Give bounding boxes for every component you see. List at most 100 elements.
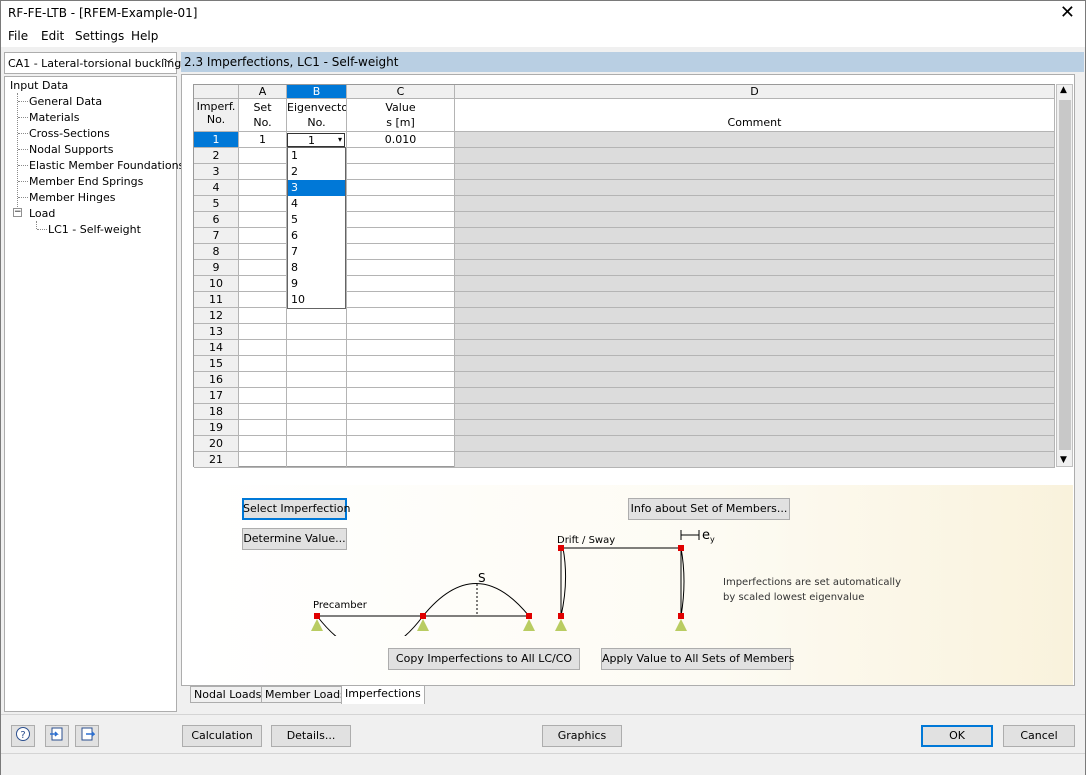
cell-comment[interactable] bbox=[455, 372, 1055, 388]
row-header[interactable]: 4 bbox=[194, 180, 239, 196]
col-letter-b[interactable]: B bbox=[287, 85, 347, 99]
close-icon[interactable]: ✕ bbox=[1060, 2, 1075, 23]
eigenvector-dropdown[interactable]: 1 ▾ bbox=[287, 133, 345, 147]
cell-set-no[interactable] bbox=[239, 372, 287, 388]
cancel-button[interactable]: Cancel bbox=[1003, 725, 1075, 747]
cell-value[interactable] bbox=[347, 148, 455, 164]
cell-set-no[interactable] bbox=[239, 244, 287, 260]
cell-comment[interactable] bbox=[455, 276, 1055, 292]
import-icon[interactable] bbox=[45, 725, 69, 747]
cell-comment[interactable] bbox=[455, 196, 1055, 212]
cell-eigenvector-no[interactable] bbox=[287, 404, 347, 420]
cell-comment[interactable] bbox=[455, 436, 1055, 452]
cell-comment[interactable] bbox=[455, 164, 1055, 180]
cell-value[interactable] bbox=[347, 292, 455, 308]
export-icon[interactable] bbox=[75, 725, 99, 747]
tree-item-member-end-springs[interactable]: Member End Springs bbox=[29, 175, 143, 188]
menu-edit[interactable]: Edit bbox=[41, 29, 64, 43]
row-header[interactable]: 3 bbox=[194, 164, 239, 180]
cell-set-no[interactable] bbox=[239, 228, 287, 244]
row-header[interactable]: 6 bbox=[194, 212, 239, 228]
info-about-set-of-members-button[interactable]: Info about Set of Members... bbox=[628, 498, 790, 520]
dropdown-option[interactable]: 5 bbox=[288, 212, 345, 228]
cell-eigenvector-no[interactable] bbox=[287, 340, 347, 356]
tree-root-input-data[interactable]: Input Data bbox=[10, 79, 68, 92]
row-header[interactable]: 10 bbox=[194, 276, 239, 292]
row-header[interactable]: 21 bbox=[194, 452, 239, 468]
cell-eigenvector-no[interactable] bbox=[287, 356, 347, 372]
cell-set-no[interactable] bbox=[239, 452, 287, 468]
row-header[interactable]: 14 bbox=[194, 340, 239, 356]
row-header[interactable]: 8 bbox=[194, 244, 239, 260]
cell-value[interactable] bbox=[347, 260, 455, 276]
tree-item-materials[interactable]: Materials bbox=[29, 111, 79, 124]
cell-value[interactable] bbox=[347, 420, 455, 436]
cell-set-no[interactable] bbox=[239, 212, 287, 228]
tree-item-load[interactable]: Load bbox=[29, 207, 55, 220]
dropdown-option[interactable]: 2 bbox=[288, 164, 345, 180]
dropdown-option[interactable]: 9 bbox=[288, 276, 345, 292]
cell-comment[interactable] bbox=[455, 388, 1055, 404]
cell-set-no[interactable] bbox=[239, 292, 287, 308]
menu-file[interactable]: File bbox=[8, 29, 28, 43]
cell-eigenvector-no[interactable] bbox=[287, 388, 347, 404]
col-letter-a[interactable]: A bbox=[239, 85, 287, 99]
cell-set-no[interactable] bbox=[239, 340, 287, 356]
row-header[interactable]: 7 bbox=[194, 228, 239, 244]
cell-value[interactable] bbox=[347, 452, 455, 468]
cell-eigenvector-no[interactable] bbox=[287, 436, 347, 452]
cell-comment[interactable] bbox=[455, 308, 1055, 324]
scroll-thumb[interactable] bbox=[1059, 100, 1071, 450]
cell-eigenvector-no[interactable] bbox=[287, 452, 347, 468]
scroll-up-icon[interactable]: ▲ bbox=[1060, 85, 1067, 95]
dropdown-option[interactable]: 3 bbox=[288, 180, 345, 196]
cell-value[interactable] bbox=[347, 244, 455, 260]
cell-set-no[interactable] bbox=[239, 260, 287, 276]
cell-value[interactable] bbox=[347, 356, 455, 372]
tree-item-elastic-member-foundations[interactable]: Elastic Member Foundations bbox=[29, 159, 184, 172]
cell-set-no[interactable] bbox=[239, 308, 287, 324]
row-header[interactable]: 18 bbox=[194, 404, 239, 420]
cell-set-no[interactable] bbox=[239, 276, 287, 292]
cell-value[interactable] bbox=[347, 340, 455, 356]
cell-set-no[interactable] bbox=[239, 404, 287, 420]
cell-eigenvector-no[interactable] bbox=[287, 324, 347, 340]
cell-value[interactable] bbox=[347, 404, 455, 420]
cell-set-no[interactable] bbox=[239, 420, 287, 436]
row-header[interactable]: 17 bbox=[194, 388, 239, 404]
row-header[interactable]: 2 bbox=[194, 148, 239, 164]
cell-set-no[interactable] bbox=[239, 436, 287, 452]
tab-imperfections[interactable]: Imperfections bbox=[341, 685, 425, 704]
collapse-icon[interactable]: − bbox=[13, 208, 22, 217]
cell-value[interactable] bbox=[347, 436, 455, 452]
cell-comment[interactable] bbox=[455, 356, 1055, 372]
cell-comment[interactable] bbox=[455, 212, 1055, 228]
cell-comment[interactable] bbox=[455, 420, 1055, 436]
cell-set-no[interactable] bbox=[239, 164, 287, 180]
scroll-down-icon[interactable]: ▼ bbox=[1060, 455, 1067, 465]
cell-comment[interactable] bbox=[455, 132, 1055, 148]
dropdown-option[interactable]: 8 bbox=[288, 260, 345, 276]
tree-item-lc1-self-weight[interactable]: LC1 - Self-weight bbox=[48, 223, 141, 236]
cell-eigenvector-no[interactable] bbox=[287, 372, 347, 388]
tree-item-general-data[interactable]: General Data bbox=[29, 95, 102, 108]
cell-comment[interactable] bbox=[455, 260, 1055, 276]
row-header[interactable]: 9 bbox=[194, 260, 239, 276]
cell-set-no[interactable] bbox=[239, 148, 287, 164]
dropdown-option[interactable]: 10 bbox=[288, 292, 345, 308]
row-header[interactable]: 20 bbox=[194, 436, 239, 452]
dropdown-option[interactable]: 1 bbox=[288, 148, 345, 164]
details-button[interactable]: Details... bbox=[271, 725, 351, 747]
tree-item-member-hinges[interactable]: Member Hinges bbox=[29, 191, 116, 204]
cell-comment[interactable] bbox=[455, 180, 1055, 196]
tree-item-nodal-supports[interactable]: Nodal Supports bbox=[29, 143, 113, 156]
cell-value[interactable] bbox=[347, 196, 455, 212]
row-header[interactable]: 19 bbox=[194, 420, 239, 436]
cell-value[interactable] bbox=[347, 164, 455, 180]
apply-value-button[interactable]: Apply Value to All Sets of Members bbox=[601, 648, 794, 670]
cell-value[interactable] bbox=[347, 212, 455, 228]
dropdown-option[interactable]: 7 bbox=[288, 244, 345, 260]
cell-value[interactable]: 0.010 bbox=[347, 132, 455, 148]
row-header[interactable]: 5 bbox=[194, 196, 239, 212]
cell-set-no[interactable] bbox=[239, 180, 287, 196]
